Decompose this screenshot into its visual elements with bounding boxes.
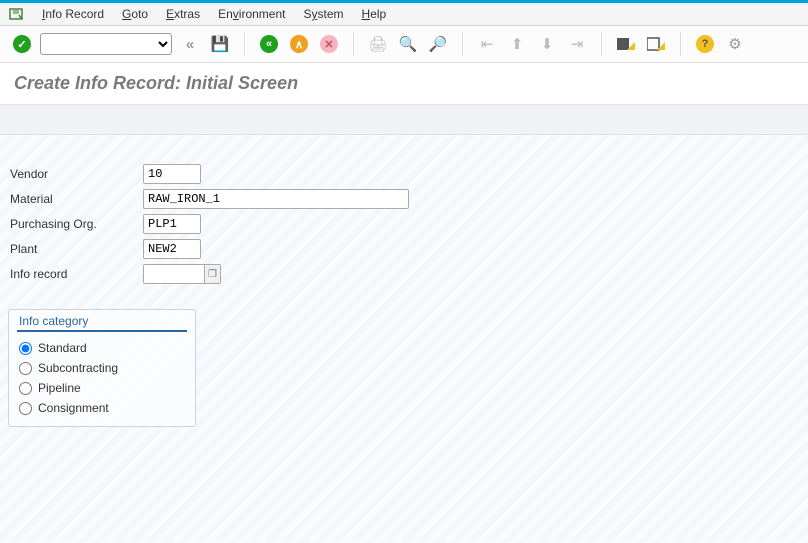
info-record-label: Info record [8,267,143,281]
menu-environment[interactable]: Environment [218,7,285,21]
menu-extras[interactable]: Extras [166,7,200,21]
back-chevrons-icon[interactable]: « [178,32,202,56]
purchasing-org-field[interactable] [143,214,201,234]
radio-consignment[interactable] [19,402,32,415]
menu-system[interactable]: System [303,7,343,21]
last-page-icon[interactable]: ⇥ [565,32,589,56]
menu-command-icon[interactable] [8,7,24,21]
info-record-field[interactable] [143,264,205,284]
application-toolbar [0,105,808,135]
radio-pipeline-label: Pipeline [38,381,81,395]
radio-pipeline[interactable] [19,382,32,395]
prev-page-icon[interactable]: ⬆ [505,32,529,56]
plant-label: Plant [8,242,143,256]
menu-goto[interactable]: Goto [122,7,148,21]
menu-info-record[interactable]: Info Record [42,7,104,21]
search-help-icon[interactable]: ❐ [205,264,221,284]
vendor-label: Vendor [8,167,143,181]
enter-button[interactable]: ✓ [10,32,34,56]
info-category-group: Info category Standard Subcontracting Pi… [8,309,196,427]
create-shortcut-icon[interactable] [644,32,668,56]
radio-standard-label: Standard [38,341,87,355]
radio-subcontracting-label: Subcontracting [38,361,118,375]
toolbar: ✓ « 💾 « ∧ ✕ 🖨 🔍 🔎 ⇤ ⬆ ⬇ ⇥ ? ⚙ [0,26,808,63]
radio-consignment-label: Consignment [38,401,109,415]
content-area: Vendor Material Purchasing Org. Plant In… [0,135,808,541]
new-session-icon[interactable] [614,32,638,56]
info-category-legend: Info category [17,310,187,332]
plant-field[interactable] [143,239,201,259]
save-icon[interactable]: 💾 [208,32,232,56]
menu-help[interactable]: Help [362,7,387,21]
help-button[interactable]: ? [693,32,717,56]
menubar: Info Record Goto Extras Environment Syst… [0,3,808,26]
customize-icon[interactable]: ⚙ [723,32,747,56]
purchasing-org-label: Purchasing Org. [8,217,143,231]
material-label: Material [8,192,143,206]
page-title: Create Info Record: Initial Screen [0,63,808,105]
cancel-button[interactable]: ✕ [317,32,341,56]
exit-button[interactable]: ∧ [287,32,311,56]
first-page-icon[interactable]: ⇤ [475,32,499,56]
find-next-icon[interactable]: 🔎 [426,32,450,56]
back-button[interactable]: « [257,32,281,56]
find-icon[interactable]: 🔍 [396,32,420,56]
material-field[interactable] [143,189,409,209]
print-icon[interactable]: 🖨 [366,32,390,56]
vendor-field[interactable] [143,164,201,184]
radio-subcontracting[interactable] [19,362,32,375]
radio-standard[interactable] [19,342,32,355]
next-page-icon[interactable]: ⬇ [535,32,559,56]
command-field[interactable] [40,33,172,55]
